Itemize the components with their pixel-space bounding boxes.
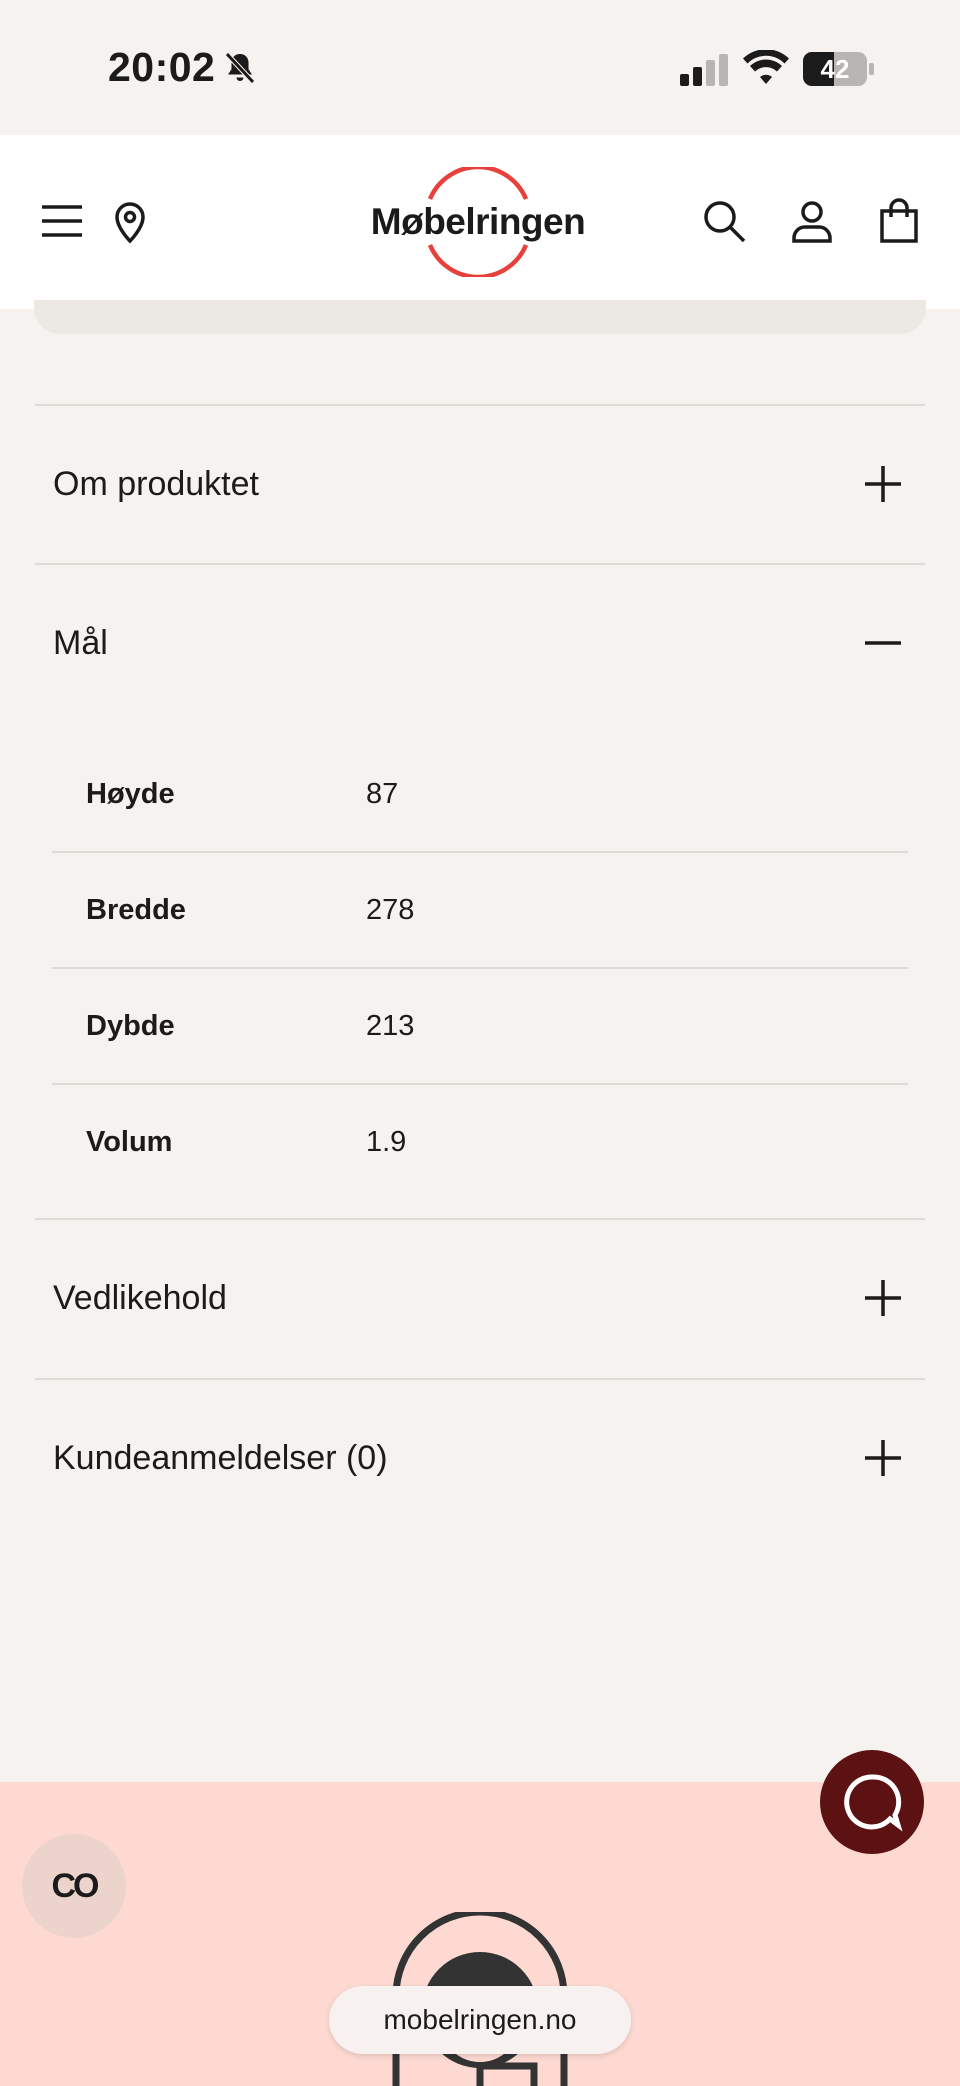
dimension-value: 278 — [366, 894, 415, 926]
browser-url-bar[interactable]: mobelringen.no — [329, 1986, 631, 2054]
table-row: Volum 1.9 — [52, 1085, 908, 1199]
plus-icon[interactable] — [863, 1438, 903, 1478]
table-row: Dybde 213 — [52, 969, 908, 1085]
accordion-om-produktet[interactable]: Om produktet — [35, 406, 925, 562]
table-row: Høyde 87 — [52, 737, 908, 853]
accordion-vedlikehold[interactable]: Vedlikehold — [35, 1220, 925, 1376]
wifi-icon — [743, 50, 789, 84]
accordion-label: Kundeanmeldelser (0) — [53, 1439, 388, 1477]
co-label: CO — [51, 1867, 100, 1905]
accordion-mal[interactable]: Mål — [35, 565, 925, 721]
menu-icon[interactable] — [38, 197, 86, 245]
minus-icon[interactable] — [863, 623, 903, 663]
search-icon[interactable] — [700, 197, 748, 245]
dimension-value: 213 — [366, 1010, 415, 1042]
co-floating-button[interactable]: CO — [22, 1834, 126, 1938]
logo-wordmark: Møbelringen — [370, 201, 586, 242]
battery-level: 42 — [820, 54, 850, 84]
dimension-key: Volum — [86, 1126, 173, 1158]
content-card-edge — [34, 300, 926, 334]
accordion-label: Vedlikehold — [53, 1279, 227, 1317]
user-account-icon[interactable] — [788, 197, 836, 245]
shopping-bag-icon[interactable] — [875, 197, 923, 245]
dimension-key: Bredde — [86, 894, 186, 926]
chat-bubble-icon — [844, 1774, 903, 1832]
status-time: 20:02 — [108, 44, 216, 90]
status-bar: 20:02 42 — [0, 0, 960, 135]
location-pin-icon[interactable] — [106, 197, 154, 245]
dimension-key: Høyde — [86, 778, 175, 810]
dimension-value: 87 — [366, 778, 399, 810]
cellular-signal-icon — [680, 54, 728, 86]
accordion-label: Mål — [53, 624, 108, 662]
accordion-kundeanmeldelser[interactable]: Kundeanmeldelser (0) — [35, 1380, 925, 1536]
plus-icon[interactable] — [863, 464, 903, 504]
site-header: Møbelringen — [0, 135, 960, 309]
dimension-value: 1.9 — [366, 1126, 407, 1158]
chat-button[interactable] — [820, 1750, 924, 1854]
battery-indicator: 42 — [803, 52, 875, 86]
site-logo[interactable]: Møbelringen — [368, 167, 588, 277]
accordion-label: Om produktet — [53, 465, 259, 503]
url-text: mobelringen.no — [383, 2004, 577, 2035]
bell-muted-icon — [225, 52, 255, 84]
dimension-key: Dybde — [86, 1010, 175, 1042]
plus-icon[interactable] — [863, 1278, 903, 1318]
table-row: Bredde 278 — [52, 853, 908, 969]
dimensions-table: Høyde 87 Bredde 278 Dybde 213 Volum 1.9 — [52, 737, 908, 1199]
